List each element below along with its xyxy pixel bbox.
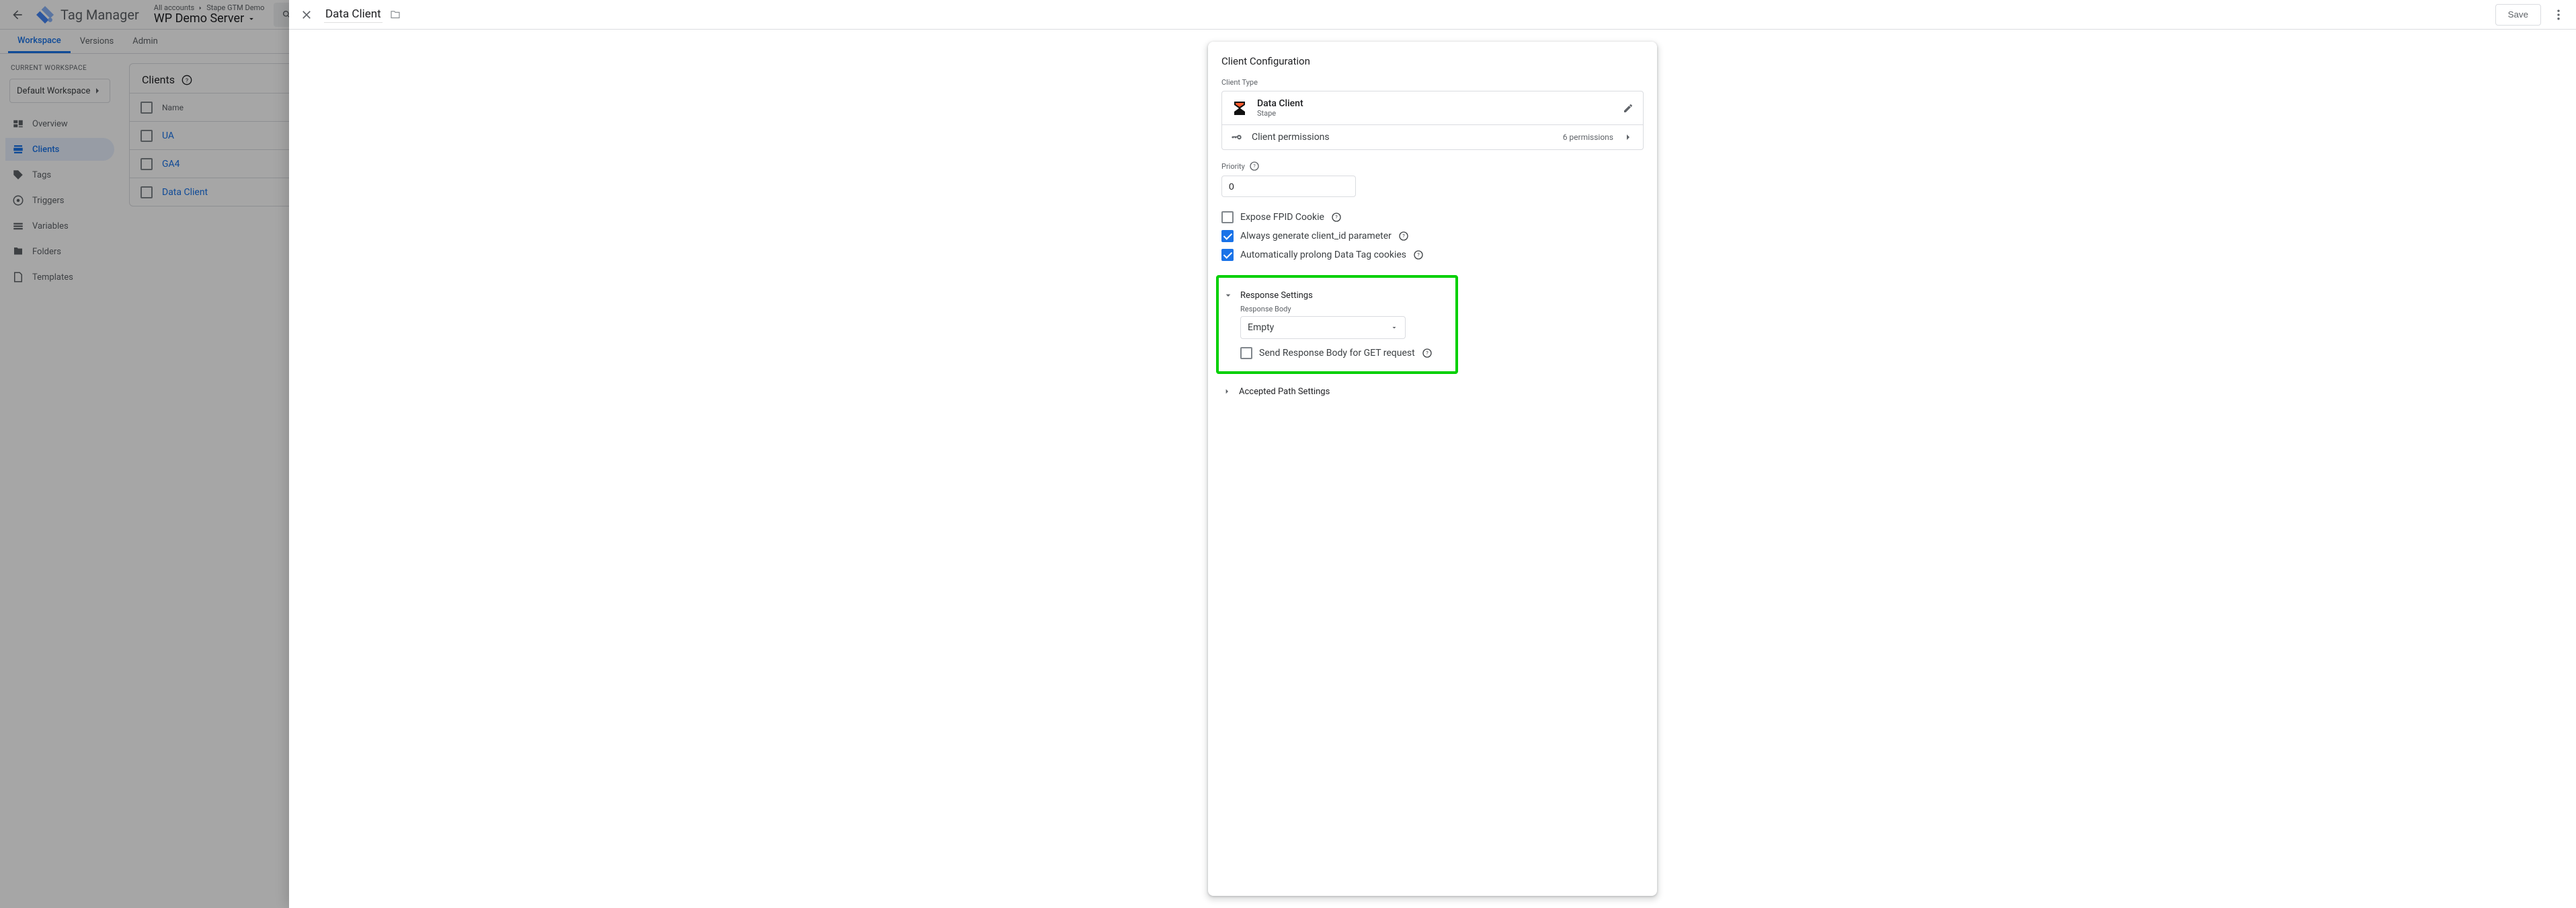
response-settings-highlight: Response Settings Response Body Empty Se… — [1216, 275, 1458, 374]
permissions-count: 6 permissions — [1563, 133, 1613, 142]
entity-name-input[interactable]: Data Client — [324, 6, 383, 23]
more-button[interactable] — [2546, 3, 2571, 27]
check-label: Expose FPID Cookie — [1240, 212, 1324, 223]
check-label: Automatically prolong Data Tag cookies — [1240, 250, 1406, 260]
client-type-vendor: Stape — [1257, 109, 1303, 118]
section-title: Accepted Path Settings — [1239, 387, 1330, 397]
chevron-right-icon — [1623, 132, 1634, 143]
help-icon[interactable]: ? — [1331, 212, 1342, 223]
help-icon[interactable]: ? — [1398, 231, 1409, 241]
client-type-label: Client Type — [1221, 78, 1644, 87]
save-button[interactable]: Save — [2495, 4, 2541, 26]
response-settings-toggle[interactable]: Response Settings — [1223, 283, 1451, 305]
stape-logo-icon — [1232, 100, 1248, 116]
permissions-label: Client permissions — [1252, 132, 1330, 143]
client-configuration-card: Client Configuration Client Type Data Cl… — [1208, 42, 1657, 896]
chevron-right-icon — [1221, 386, 1232, 397]
svg-text:?: ? — [1402, 233, 1405, 239]
check-label: Send Response Body for GET request — [1259, 348, 1415, 358]
key-icon — [1232, 132, 1242, 143]
priority-input[interactable] — [1221, 176, 1356, 197]
accepted-path-toggle[interactable]: Accepted Path Settings — [1221, 379, 1644, 401]
section-title: Response Settings — [1240, 291, 1313, 301]
checkbox-send-get[interactable] — [1240, 347, 1252, 359]
chevron-down-icon — [1223, 290, 1234, 301]
editor-drawer: Data Client Save Client Configuration Cl… — [289, 0, 2576, 908]
config-title: Client Configuration — [1221, 55, 1644, 67]
response-body-label: Response Body — [1240, 305, 1451, 313]
client-type-selector[interactable]: Data Client Stape — [1222, 91, 1643, 124]
client-permissions-row[interactable]: Client permissions 6 permissions — [1222, 124, 1643, 149]
close-icon — [300, 8, 313, 22]
help-icon[interactable]: ? — [1422, 348, 1433, 358]
checkbox-expose-fpid[interactable] — [1221, 211, 1234, 223]
response-body-select[interactable]: Empty — [1240, 316, 1406, 339]
response-body-value: Empty — [1248, 322, 1274, 333]
svg-text:?: ? — [1253, 163, 1256, 169]
more-vert-icon — [2552, 8, 2565, 22]
client-type-name: Data Client — [1257, 98, 1303, 109]
caret-down-icon — [1390, 324, 1398, 332]
svg-text:?: ? — [1417, 252, 1420, 258]
svg-text:?: ? — [1335, 215, 1338, 221]
edit-icon[interactable] — [1623, 103, 1634, 114]
svg-text:?: ? — [1426, 350, 1428, 356]
close-button[interactable] — [294, 3, 319, 27]
help-icon[interactable]: ? — [1249, 161, 1260, 172]
check-label: Always generate client_id parameter — [1240, 231, 1392, 241]
checkbox-generate-clientid[interactable] — [1221, 230, 1234, 242]
folder-outline-icon[interactable] — [389, 9, 401, 21]
help-icon[interactable]: ? — [1413, 250, 1424, 260]
checkbox-prolong-cookies[interactable] — [1221, 249, 1234, 261]
priority-label: Priority ? — [1221, 161, 1644, 172]
